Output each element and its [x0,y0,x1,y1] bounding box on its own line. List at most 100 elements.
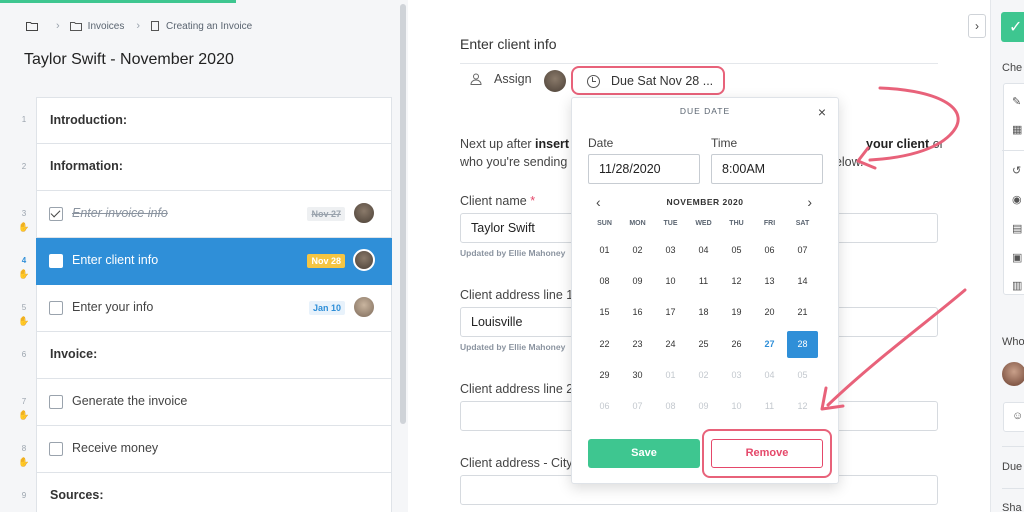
section-header-introduction[interactable]: Introduction: [36,97,392,144]
calendar-day: 11 [764,400,775,411]
calendar-day[interactable]: 12 [720,266,753,297]
calendar-day[interactable]: 29 [588,360,621,391]
step-number: 7 [21,397,27,406]
calendar-day[interactable]: 25 [687,329,720,360]
calendar-day[interactable]: 18 [687,297,720,328]
calendar-day[interactable]: 10 [654,266,687,297]
calendar-day[interactable]: 06 [753,235,786,266]
calendar-day[interactable]: 19 [720,297,753,328]
task-receive-money[interactable]: Receive money [36,426,392,473]
calendar-day[interactable]: 09 [621,266,654,297]
task-checkbox[interactable] [49,395,63,409]
remove-button[interactable]: Remove [711,439,823,468]
task-checkbox[interactable] [49,301,63,315]
calendar-day[interactable]: 04 [687,235,720,266]
calendar-day[interactable]: 22 [588,329,621,360]
task-enter-invoice-info[interactable]: Enter invoice info Nov 27 [36,191,392,238]
calendar-day[interactable]: 21 [786,297,819,328]
close-icon[interactable]: × [818,104,826,120]
calendar-day[interactable]: 26 [720,329,753,360]
due-date-button[interactable]: Due Sat Nov 28 ... [571,66,725,95]
drag-handle-icon[interactable]: ✋ [18,410,29,421]
briefcase-icon[interactable]: ▣ [1012,251,1022,264]
person-icon [470,73,482,85]
calendar-day[interactable]: 02 [621,235,654,266]
calendar-day: 06 [599,400,610,411]
step-number: 8 [21,444,27,453]
sidebar-label: Che [1002,62,1023,74]
pencil-icon[interactable]: ✎ [1012,95,1021,108]
history-icon[interactable]: ↺ [1012,164,1021,177]
clock-icon [587,75,600,88]
calendar-day[interactable]: 03 [654,235,687,266]
calendar-day: 08 [665,400,676,411]
trash-icon[interactable]: ▥ [1012,279,1022,292]
calendar-day[interactable]: 07 [786,235,819,266]
calendar-day[interactable]: 01 [588,235,621,266]
breadcrumb-invoices[interactable]: Invoices [88,21,125,32]
calendar-day-selected[interactable]: 28 [787,330,818,358]
description-bold: your client [866,137,930,151]
calendar-grid: 01 02 03 04 05 06 07 08 09 10 11 12 13 14 15 16 17 18 19 20… [588,235,822,422]
breadcrumb-creating-invoice[interactable]: Creating an Invoice [166,21,252,32]
table-icon[interactable]: ▦ [1012,123,1022,136]
drag-handle-icon[interactable]: ✋ [18,316,29,327]
task-checkbox[interactable] [49,254,63,268]
drag-handle-icon[interactable]: ✋ [18,269,29,280]
due-date-badge: Nov 28 [307,254,345,268]
calendar-day[interactable]: 27 [753,329,786,360]
popup-title: DUE DATE [679,106,731,116]
drag-handle-icon[interactable]: ✋ [18,457,29,468]
avatar[interactable] [1002,362,1024,386]
avatar[interactable] [544,70,566,92]
calendar-day[interactable]: 15 [588,297,621,328]
eye-icon[interactable]: ◉ [1012,193,1022,206]
calendar-day[interactable]: 05 [720,235,753,266]
task-enter-your-info[interactable]: Enter your info Jan 10 [36,285,392,332]
calendar-day[interactable]: 13 [753,266,786,297]
calendar-day[interactable]: 24 [654,329,687,360]
calendar-day[interactable]: 23 [621,329,654,360]
due-date-popup: DUE DATE × Date 11/28/2020 Time 8:00AM ‹… [571,97,839,484]
step-number: 2 [21,162,27,171]
client-address-line1-label: Client address line 1 [460,288,574,302]
calendar-day[interactable]: 14 [786,266,819,297]
calendar-day[interactable]: 08 [588,266,621,297]
task-enter-client-info[interactable]: Enter client info Nov 28 [36,238,392,285]
section-header-sources[interactable]: Sources: [36,473,392,512]
avatar [353,249,375,271]
folder-icon[interactable] [26,21,38,31]
section-header-invoice[interactable]: Invoice: [36,332,392,379]
calendar-day[interactable]: 11 [687,266,720,297]
task-checkbox[interactable] [49,442,63,456]
drag-handle-icon[interactable]: ✋ [18,222,29,233]
progress-bar [0,0,236,3]
calendar: SUN MON TUE WED THU FRI SAT 01 02 03 04 05 06 07 08 09… [588,220,822,422]
chevron-right-icon[interactable]: › [807,194,812,210]
assign-button[interactable]: Assign [470,70,566,92]
print-icon[interactable]: ▤ [1012,222,1022,235]
step-number: 1 [21,115,27,124]
calendar-day[interactable]: 17 [654,297,687,328]
calendar-day[interactable]: 20 [753,297,786,328]
divider [1002,488,1024,489]
save-button[interactable]: Save [588,439,700,468]
calendar-day[interactable]: 16 [621,297,654,328]
due-date-badge: Nov 27 [307,207,345,221]
complete-button[interactable]: ✓ [1001,12,1024,42]
date-input[interactable]: 11/28/2020 [588,154,700,184]
time-input[interactable]: 8:00AM [711,154,823,184]
collapse-panel-button[interactable]: › [968,14,986,38]
calendar-day[interactable]: 30 [621,360,654,391]
section-header-information[interactable]: Information: [36,144,392,191]
task-checkbox[interactable] [49,207,63,221]
date-label: Date [588,136,614,150]
client-address-city-label: Client address - City [460,456,573,470]
calendar-day: 03 [731,369,742,380]
task-generate-invoice[interactable]: Generate the invoice [36,379,392,426]
calendar-day: 12 [797,400,808,411]
sidebar-scrollbar[interactable] [400,4,406,424]
breadcrumb: › Invoices › Creating an Invoice [26,20,252,32]
document-icon [151,21,160,31]
weekday-label: MON [629,220,646,227]
